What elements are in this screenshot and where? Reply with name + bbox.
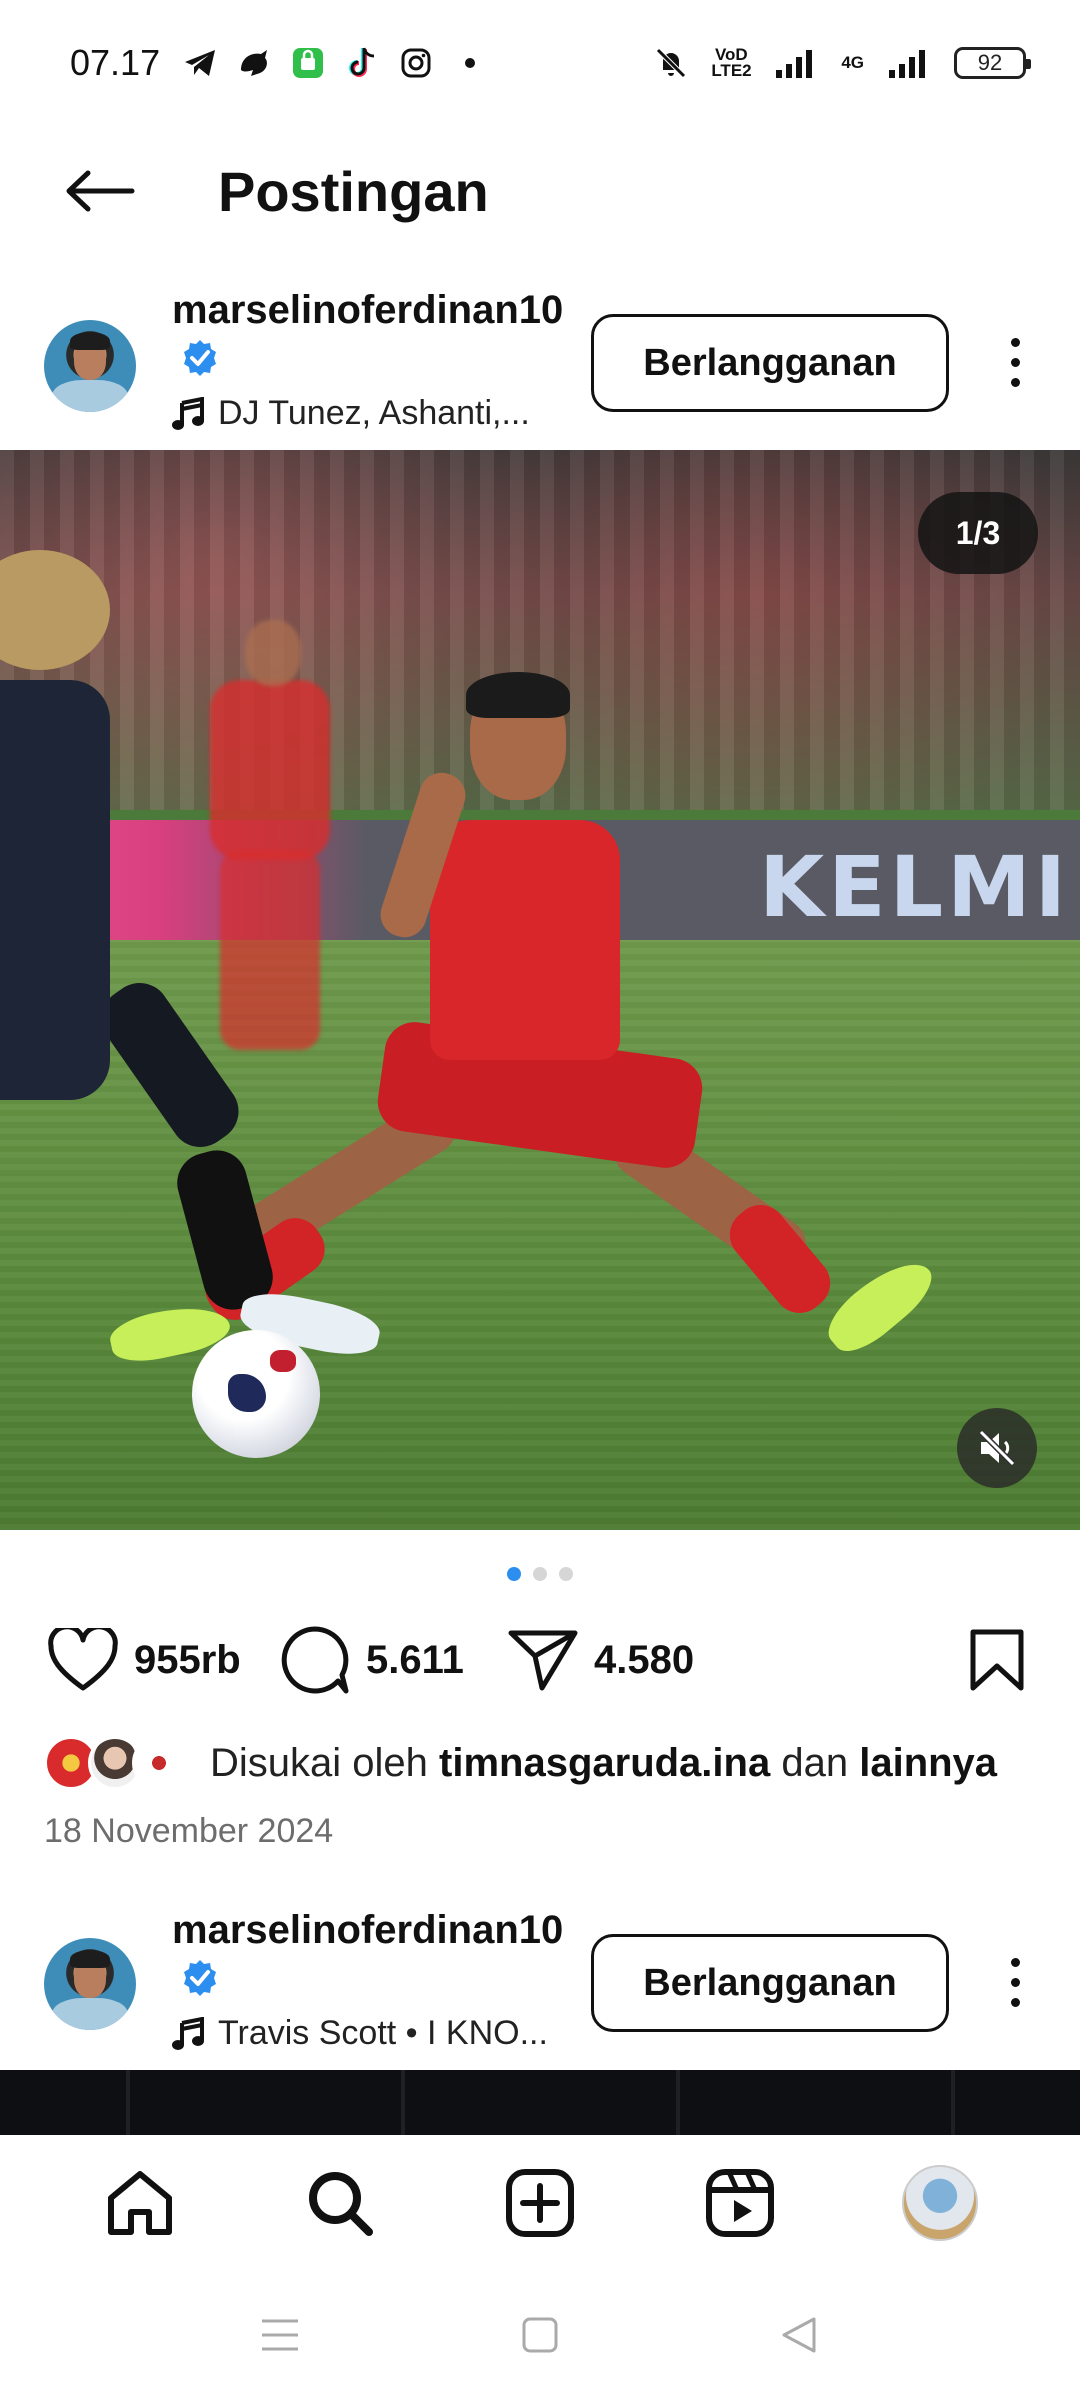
more-notifications-dot	[452, 45, 488, 81]
triangle-back-icon	[782, 2317, 816, 2353]
arrow-left-icon	[66, 170, 135, 212]
create-icon	[506, 2168, 574, 2237]
page-header: Postingan	[0, 126, 1080, 256]
search-icon	[309, 2171, 373, 2236]
bookmark-icon	[970, 1629, 1024, 1691]
liker-avatar	[132, 1736, 186, 1790]
system-status-icons: VoD LTE2 4G 92	[653, 45, 1031, 81]
page-title: Postingan	[218, 159, 489, 223]
status-time: 07.17	[70, 42, 161, 83]
notification-icons	[182, 45, 488, 81]
avatar[interactable]	[44, 320, 136, 412]
liked-by-username[interactable]: timnasgaruda.ina	[439, 1741, 770, 1785]
instagram-icon	[398, 45, 434, 81]
post-username[interactable]: marselinoferdinan10	[172, 1908, 563, 1953]
mute-button[interactable]	[957, 1408, 1037, 1488]
home-icon	[108, 2170, 172, 2235]
music-note-icon	[172, 396, 204, 430]
post-image[interactable]: KELMI	[0, 450, 1080, 1530]
music-note-icon	[172, 2016, 204, 2050]
back-button[interactable]	[40, 141, 160, 241]
profile-avatar[interactable]	[902, 2164, 978, 2241]
post-actions: 955rb 5.611 4.580	[0, 1620, 1080, 1700]
home-system-button[interactable]	[500, 2295, 580, 2375]
share-button[interactable]: 4.580	[508, 1620, 694, 1700]
liked-by-others[interactable]: lainnya	[859, 1741, 997, 1785]
comment-count: 5.611	[366, 1637, 464, 1682]
nav-reels[interactable]	[690, 2153, 790, 2253]
like-count: 955rb	[134, 1637, 241, 1682]
send-icon	[508, 1630, 578, 1691]
post-date: 18 November 2024	[44, 1812, 334, 1850]
system-navigation-bar	[0, 2270, 1080, 2400]
bottom-navigation	[0, 2135, 1080, 2270]
nav-home[interactable]	[90, 2153, 190, 2253]
liker-avatars	[44, 1732, 194, 1794]
volte-indicator: VoD LTE2	[711, 45, 752, 80]
carousel-indicator	[0, 1567, 1080, 1581]
speaker-muted-icon	[978, 1429, 1016, 1467]
mute-notifications-icon	[653, 45, 689, 81]
recent-apps-button[interactable]	[240, 2295, 320, 2375]
signal-icon-2	[886, 45, 932, 81]
share-count: 4.580	[594, 1637, 695, 1682]
comment-button[interactable]: 5.611	[280, 1620, 464, 1700]
back-system-button[interactable]	[760, 2295, 840, 2375]
next-post-image[interactable]	[0, 2070, 1080, 2135]
subscribe-button[interactable]: Berlangganan	[591, 314, 949, 412]
music-track-label: Travis Scott • I KNO...	[218, 2014, 548, 2052]
nav-create[interactable]	[490, 2153, 590, 2253]
image-counter-badge: 1/3	[918, 492, 1038, 574]
status-bar: 07.17 VoD LTE2 4G 92	[0, 0, 1080, 126]
square-icon	[522, 2317, 558, 2353]
post-username[interactable]: marselinoferdinan10	[172, 288, 563, 333]
music-track-label: DJ Tunez, Ashanti,...	[218, 394, 530, 432]
menu-lines-icon	[262, 2319, 298, 2351]
nav-search[interactable]	[290, 2153, 390, 2253]
subscribe-button[interactable]: Berlangganan	[591, 1934, 949, 2032]
shop-app-icon	[290, 45, 326, 81]
liked-by-row[interactable]: Disukai oleh timnasgaruda.ina dan lainny…	[44, 1732, 997, 1794]
advertising-board-text: KELMI	[759, 838, 1070, 936]
post-header: marselinoferdinan10 DJ Tunez, Ashanti,..…	[0, 282, 1080, 442]
network-type-4g: 4G	[841, 53, 864, 72]
carousel-dot	[533, 1567, 547, 1581]
post-music[interactable]: Travis Scott • I KNO...	[172, 2014, 548, 2053]
next-post-header: marselinoferdinan10 Travis Scott • I KNO…	[0, 1902, 1080, 2062]
carousel-dot-active	[507, 1567, 521, 1581]
heart-icon	[48, 1628, 118, 1691]
more-options-icon[interactable]	[990, 1942, 1040, 2022]
signal-icon-1	[773, 45, 819, 81]
dragon-app-icon	[236, 45, 272, 81]
like-button[interactable]: 955rb	[48, 1620, 241, 1700]
telegram-icon	[182, 45, 218, 81]
avatar[interactable]	[44, 1938, 136, 2030]
post-music[interactable]: DJ Tunez, Ashanti,...	[172, 394, 530, 433]
verified-badge-icon	[180, 338, 220, 378]
comment-icon	[281, 1626, 349, 1694]
nav-profile[interactable]	[890, 2153, 990, 2253]
verified-badge-icon	[180, 1958, 220, 1998]
more-options-icon[interactable]	[990, 322, 1040, 402]
reels-icon	[706, 2168, 774, 2237]
battery-indicator: 92	[954, 47, 1031, 79]
tiktok-icon	[344, 45, 380, 81]
save-button[interactable]	[962, 1620, 1032, 1700]
liked-by-text: Disukai oleh timnasgaruda.ina dan lainny…	[210, 1740, 998, 1785]
carousel-dot	[559, 1567, 573, 1581]
